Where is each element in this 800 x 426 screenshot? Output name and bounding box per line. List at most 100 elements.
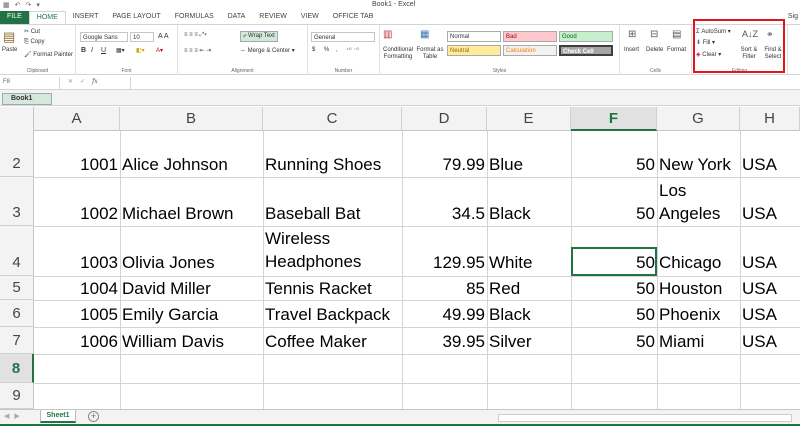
wrap-text-button[interactable]: ⤶ Wrap Text: [240, 31, 278, 42]
paste-icon[interactable]: ▤: [3, 29, 15, 45]
cell-e6[interactable]: Black: [487, 303, 533, 326]
underline-button[interactable]: U: [101, 47, 106, 54]
row-header-2[interactable]: 2: [0, 131, 34, 177]
cell-f6[interactable]: 50: [571, 303, 657, 326]
cell-h3[interactable]: USA: [740, 202, 779, 225]
row-header-8[interactable]: 8: [0, 354, 34, 383]
column-header-b[interactable]: B: [120, 107, 263, 131]
column-header-g[interactable]: G: [657, 107, 740, 131]
cell-g7[interactable]: Miami: [657, 330, 706, 353]
enter-icon[interactable]: ✓: [80, 78, 85, 85]
conditional-formatting-button[interactable]: Conditional Formatting: [380, 47, 416, 61]
tab-view[interactable]: VIEW: [294, 11, 326, 24]
fill-color-icon[interactable]: ◧▾: [136, 47, 145, 54]
row-header-9[interactable]: 9: [0, 383, 34, 409]
row-header-3[interactable]: 3: [0, 177, 34, 226]
cell-c6[interactable]: Travel Backpack: [263, 303, 392, 326]
cell-b4[interactable]: Olivia Jones: [120, 251, 217, 274]
cell-e2[interactable]: Blue: [487, 153, 525, 176]
cell-c3[interactable]: Baseball Bat: [263, 202, 362, 225]
column-header-c[interactable]: C: [263, 107, 402, 131]
tab-office-tab[interactable]: OFFICE TAB: [326, 11, 381, 24]
select-all-corner[interactable]: [0, 107, 34, 131]
cell-f2[interactable]: 50: [571, 153, 657, 176]
copy-button[interactable]: ⎘ Copy: [24, 39, 44, 46]
sign-in-link[interactable]: Sig: [788, 13, 798, 20]
sheet-nav-arrows[interactable]: ◀ ▶: [4, 412, 20, 420]
cell-g4[interactable]: Chicago: [657, 251, 723, 274]
decimal-icons[interactable]: ⁺⁰ ⁻⁰: [346, 47, 359, 54]
customize-qat-icon[interactable]: ▾: [36, 1, 40, 9]
cell-a7[interactable]: 1006: [34, 330, 120, 353]
column-header-d[interactable]: D: [402, 107, 487, 131]
row-header-5[interactable]: 5: [0, 276, 34, 300]
borders-icon[interactable]: ▦▾: [116, 47, 125, 54]
cell-a6[interactable]: 1005: [34, 303, 120, 326]
next-sheet-icon[interactable]: ▶: [14, 412, 19, 420]
style-good[interactable]: Good: [559, 31, 613, 42]
cell-b2[interactable]: Alice Johnson: [120, 153, 230, 176]
cell-h4[interactable]: USA: [740, 251, 779, 274]
cell-d2[interactable]: 79.99: [402, 153, 487, 176]
cell-g6[interactable]: Phoenix: [657, 303, 722, 326]
cell-a5[interactable]: 1004: [34, 277, 120, 300]
format-cells-button[interactable]: Format: [667, 47, 686, 53]
style-normal[interactable]: Normal: [447, 31, 501, 42]
cell-c4[interactable]: Wireless Headphones: [263, 227, 401, 273]
format-cells-icon[interactable]: ▤: [672, 29, 681, 40]
conditional-formatting-icon[interactable]: ▥: [383, 29, 392, 40]
cancel-icon[interactable]: ✕: [68, 78, 73, 85]
row-header-7[interactable]: 7: [0, 327, 34, 354]
style-check-cell[interactable]: Check Cell: [559, 45, 613, 56]
cell-a3[interactable]: 1002: [34, 202, 120, 225]
spreadsheet-grid[interactable]: A B C D E F G H 2 3 4 5 6 7 8 9 1001 Ali…: [0, 107, 800, 409]
tab-file[interactable]: FILE: [0, 11, 29, 24]
row-header-6[interactable]: 6: [0, 300, 34, 327]
cell-e3[interactable]: Black: [487, 202, 533, 225]
font-size-select[interactable]: 10: [130, 32, 154, 42]
delete-cells-button[interactable]: Delete: [646, 47, 663, 53]
cell-b7[interactable]: William Davis: [120, 330, 226, 353]
cell-h2[interactable]: USA: [740, 153, 779, 176]
tab-data[interactable]: DATA: [221, 11, 253, 24]
cell-h7[interactable]: USA: [740, 330, 779, 353]
cell-a2[interactable]: 1001: [34, 153, 120, 176]
cell-h5[interactable]: USA: [740, 277, 779, 300]
cell-d7[interactable]: 39.95: [402, 330, 487, 353]
number-format-select[interactable]: General: [311, 32, 375, 42]
workbook-tab[interactable]: Book1: [2, 93, 52, 105]
cell-c7[interactable]: Coffee Maker: [263, 330, 369, 353]
undo-icon[interactable]: ↶: [15, 1, 21, 9]
style-calculation[interactable]: Calculation: [503, 45, 557, 56]
align-left-icons[interactable]: ≡ ≡ ≡ ⇤ ⇥: [184, 47, 211, 54]
currency-button[interactable]: $: [312, 47, 315, 53]
tab-insert[interactable]: INSERT: [66, 11, 106, 24]
tab-review[interactable]: REVIEW: [252, 11, 294, 24]
horizontal-scrollbar[interactable]: [498, 414, 792, 422]
insert-cells-button[interactable]: Insert: [624, 47, 639, 53]
align-top-icons[interactable]: ≡ ≡ ≡ ⤢▾: [184, 32, 207, 39]
cell-b6[interactable]: Emily Garcia: [120, 303, 220, 326]
tab-home[interactable]: HOME: [28, 11, 66, 24]
column-header-e[interactable]: E: [487, 107, 571, 131]
delete-cells-icon[interactable]: ⊟: [650, 29, 658, 40]
cell-e4[interactable]: White: [487, 251, 534, 274]
style-bad[interactable]: Bad: [503, 31, 557, 42]
column-header-a[interactable]: A: [34, 107, 120, 131]
formula-input[interactable]: [130, 77, 798, 89]
cell-b5[interactable]: David Miller: [120, 277, 213, 300]
cell-d3[interactable]: 34.5: [402, 202, 487, 225]
insert-function-button[interactable]: fx: [92, 78, 98, 85]
column-header-f[interactable]: F: [571, 107, 657, 131]
format-painter-button[interactable]: 🖌 Format Painter: [24, 51, 73, 58]
style-neutral[interactable]: Neutral: [447, 45, 501, 56]
cell-g2[interactable]: New York: [657, 153, 733, 176]
cell-f5[interactable]: 50: [571, 277, 657, 300]
cell-d6[interactable]: 49.99: [402, 303, 487, 326]
name-box[interactable]: F8: [0, 77, 60, 89]
tab-page-layout[interactable]: PAGE LAYOUT: [105, 11, 167, 24]
cell-c5[interactable]: Tennis Racket: [263, 277, 374, 300]
format-table-icon[interactable]: ▦: [420, 29, 429, 40]
merge-center-button[interactable]: ⇔ Merge & Center ▾: [240, 47, 295, 54]
cell-e7[interactable]: Silver: [487, 330, 534, 353]
